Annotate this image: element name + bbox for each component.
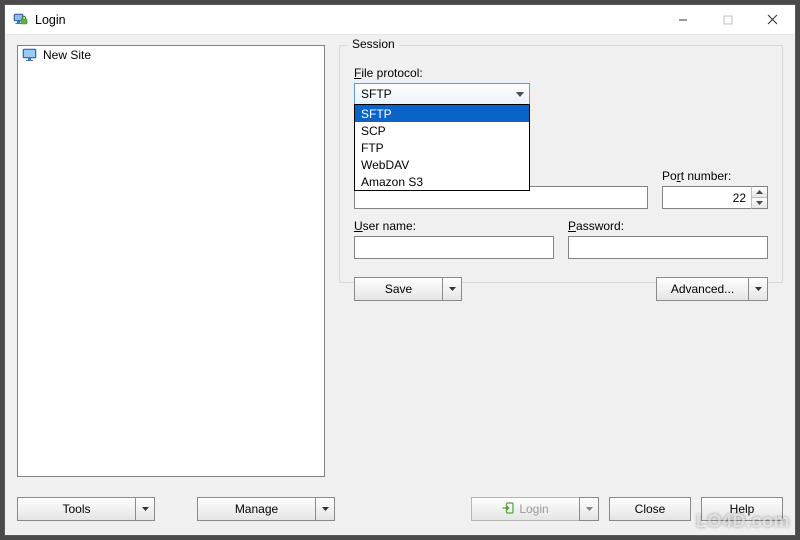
password-input[interactable] [568, 236, 768, 259]
session-panel: Session File protocol: SFTP [339, 45, 783, 477]
session-legend: Session [348, 37, 399, 51]
manage-dropdown-toggle[interactable] [315, 497, 335, 521]
save-split-button[interactable]: Save [354, 277, 462, 301]
close-button[interactable] [750, 5, 795, 34]
monitor-icon [22, 48, 38, 62]
user-name-input[interactable] [354, 236, 554, 259]
port-number-spinner[interactable] [751, 186, 768, 209]
spinner-up-icon[interactable] [752, 187, 767, 197]
protocol-option-webdav[interactable]: WebDAV [355, 156, 529, 173]
save-dropdown-toggle[interactable] [442, 277, 462, 301]
password-label: Password: [568, 219, 768, 233]
protocol-option-sftp[interactable]: SFTP [355, 105, 529, 122]
site-list-item[interactable]: New Site [18, 46, 324, 64]
advanced-dropdown-toggle[interactable] [748, 277, 768, 301]
protocol-option-scp[interactable]: SCP [355, 122, 529, 139]
manage-button[interactable]: Manage [197, 497, 315, 521]
port-number-input[interactable] [662, 186, 751, 209]
minimize-button[interactable] [660, 5, 705, 34]
login-dialog: Login [4, 4, 796, 536]
file-protocol-dropdown[interactable]: SFTP SCP FTP WebDAV Amazon S3 [354, 104, 530, 191]
close-button-footer[interactable]: Close [609, 497, 691, 521]
client-area: New Site Session File protocol: SFTP [5, 35, 795, 535]
file-protocol-value[interactable]: SFTP [354, 83, 530, 105]
protocol-option-s3[interactable]: Amazon S3 [355, 173, 529, 190]
spinner-down-icon[interactable] [752, 197, 767, 208]
user-name-label: User name: [354, 219, 554, 233]
login-icon [502, 502, 514, 517]
tools-dropdown-toggle[interactable] [135, 497, 155, 521]
port-number-label: Port number: [662, 169, 768, 183]
save-button[interactable]: Save [354, 277, 442, 301]
app-icon [13, 12, 29, 28]
titlebar: Login [5, 5, 795, 35]
login-button: Login [471, 497, 579, 521]
file-protocol-combo[interactable]: SFTP SFTP SCP FTP WebDAV [354, 83, 530, 105]
manage-split-button[interactable]: Manage [197, 497, 335, 521]
chevron-down-icon[interactable] [511, 84, 529, 104]
advanced-split-button[interactable]: Advanced... [656, 277, 768, 301]
session-groupbox: Session File protocol: SFTP [339, 45, 783, 283]
site-item-label: New Site [43, 48, 91, 62]
login-split-button[interactable]: Login [471, 497, 599, 521]
login-dropdown-toggle[interactable] [579, 497, 599, 521]
window-title: Login [35, 13, 66, 27]
tools-split-button[interactable]: Tools [17, 497, 155, 521]
help-button[interactable]: Help [701, 497, 783, 521]
tools-button[interactable]: Tools [17, 497, 135, 521]
advanced-button[interactable]: Advanced... [656, 277, 748, 301]
maximize-button [705, 5, 750, 34]
protocol-option-ftp[interactable]: FTP [355, 139, 529, 156]
file-protocol-label: File protocol: [354, 66, 768, 80]
site-list[interactable]: New Site [17, 45, 325, 477]
